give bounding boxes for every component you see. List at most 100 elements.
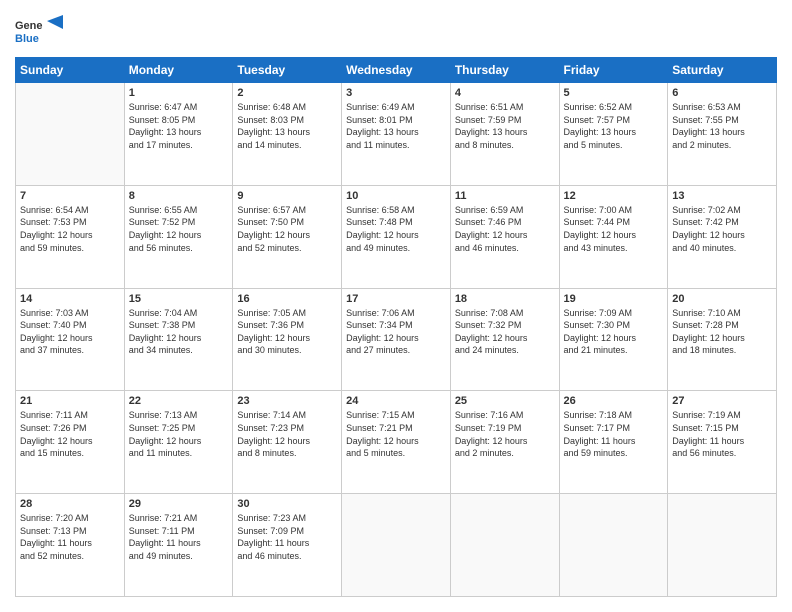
- cell-4-2: 30 Sunrise: 7:23 AMSunset: 7:09 PMDayligh…: [233, 494, 342, 597]
- day-number: 4: [455, 87, 555, 99]
- day-info: Sunrise: 6:49 AMSunset: 8:01 PMDaylight:…: [346, 101, 446, 151]
- cell-3-4: 25Sunrise: 7:16 AMSunset: 7:19 PMDayligh…: [450, 391, 559, 494]
- cell-0-2: 2Sunrise: 6:48 AMSunset: 8:03 PMDaylight…: [233, 83, 342, 186]
- header: General Blue: [15, 15, 777, 47]
- logo: General Blue: [15, 15, 63, 47]
- logo-arrow-icon: [47, 15, 63, 47]
- day-info: Sunrise: 7:11 AMSunset: 7:26 PMDaylight:…: [20, 409, 120, 459]
- cell-4-4: [450, 494, 559, 597]
- cell-3-1: 22 Sunrise: 7:13 AMSunset: 7:25 PMDayligh…: [124, 391, 233, 494]
- day-info: Sunrise: 7:10 AMSunset: 7:28 PMDaylight:…: [672, 307, 772, 357]
- calendar-header-row: SundayMondayTuesdayWednesdayThursdayFrid…: [16, 58, 777, 83]
- day-number: 7: [20, 190, 120, 202]
- cell-1-0: 7 Sunrise: 6:54 AMSunset: 7:53 PMDaylight…: [16, 185, 125, 288]
- day-info: Sunrise: 7:14 AMSunset: 7:23 PMDaylight:…: [237, 409, 337, 459]
- day-number: 18: [455, 293, 555, 305]
- day-number: 14: [20, 293, 120, 305]
- day-number: 12: [564, 190, 664, 202]
- day-number: 11: [455, 190, 555, 202]
- cell-2-5: 19 Sunrise: 7:09 AMSunset: 7:30 PMDayligh…: [559, 288, 668, 391]
- cell-3-5: 26Sunrise: 7:18 AMSunset: 7:17 PMDayligh…: [559, 391, 668, 494]
- week-row-1: 1Sunrise: 6:47 AMSunset: 8:05 PMDaylight…: [16, 83, 777, 186]
- cell-0-4: 4Sunrise: 6:51 AMSunset: 7:59 PMDaylight…: [450, 83, 559, 186]
- day-info: Sunrise: 7:23 AMSunset: 7:09 PMDaylight:…: [237, 512, 337, 562]
- logo-svg: General Blue: [15, 15, 43, 47]
- cell-1-5: 12 Sunrise: 7:00 AMSunset: 7:44 PMDayligh…: [559, 185, 668, 288]
- cell-0-5: 5 Sunrise: 6:52 AMSunset: 7:57 PMDaylight…: [559, 83, 668, 186]
- cell-0-6: 6 Sunrise: 6:53 AMSunset: 7:55 PMDaylight…: [668, 83, 777, 186]
- day-number: 21: [20, 395, 120, 407]
- week-row-4: 21 Sunrise: 7:11 AMSunset: 7:26 PMDayligh…: [16, 391, 777, 494]
- day-number: 28: [20, 498, 120, 510]
- cell-3-0: 21 Sunrise: 7:11 AMSunset: 7:26 PMDayligh…: [16, 391, 125, 494]
- day-number: 19: [564, 293, 664, 305]
- header-monday: Monday: [124, 58, 233, 83]
- day-info: Sunrise: 7:15 AMSunset: 7:21 PMDaylight:…: [346, 409, 446, 459]
- day-number: 6: [672, 87, 772, 99]
- day-info: Sunrise: 7:20 AMSunset: 7:13 PMDaylight:…: [20, 512, 120, 562]
- cell-1-1: 8Sunrise: 6:55 AMSunset: 7:52 PMDaylight…: [124, 185, 233, 288]
- cell-2-2: 16 Sunrise: 7:05 AMSunset: 7:36 PMDayligh…: [233, 288, 342, 391]
- week-row-3: 14 Sunrise: 7:03 AMSunset: 7:40 PMDayligh…: [16, 288, 777, 391]
- day-info: Sunrise: 6:52 AMSunset: 7:57 PMDaylight:…: [564, 101, 664, 151]
- cell-4-1: 29 Sunrise: 7:21 AMSunset: 7:11 PMDayligh…: [124, 494, 233, 597]
- week-row-5: 28 Sunrise: 7:20 AMSunset: 7:13 PMDayligh…: [16, 494, 777, 597]
- day-number: 13: [672, 190, 772, 202]
- day-info: Sunrise: 7:18 AMSunset: 7:17 PMDaylight:…: [564, 409, 664, 459]
- cell-3-6: 27 Sunrise: 7:19 AMSunset: 7:15 PMDayligh…: [668, 391, 777, 494]
- day-info: Sunrise: 7:04 AMSunset: 7:38 PMDaylight:…: [129, 307, 229, 357]
- day-info: Sunrise: 7:00 AMSunset: 7:44 PMDaylight:…: [564, 204, 664, 254]
- cell-2-4: 18 Sunrise: 7:08 AMSunset: 7:32 PMDayligh…: [450, 288, 559, 391]
- cell-4-5: [559, 494, 668, 597]
- day-number: 24: [346, 395, 446, 407]
- day-number: 30: [237, 498, 337, 510]
- cell-1-4: 11 Sunrise: 6:59 AMSunset: 7:46 PMDayligh…: [450, 185, 559, 288]
- day-number: 9: [237, 190, 337, 202]
- day-info: Sunrise: 7:03 AMSunset: 7:40 PMDaylight:…: [20, 307, 120, 357]
- svg-text:General: General: [15, 20, 43, 32]
- day-info: Sunrise: 6:59 AMSunset: 7:46 PMDaylight:…: [455, 204, 555, 254]
- day-info: Sunrise: 7:21 AMSunset: 7:11 PMDaylight:…: [129, 512, 229, 562]
- header-wednesday: Wednesday: [342, 58, 451, 83]
- day-number: 22: [129, 395, 229, 407]
- day-number: 16: [237, 293, 337, 305]
- page: General Blue SundayMondayTuesdayWednesda…: [0, 0, 792, 612]
- day-info: Sunrise: 6:54 AMSunset: 7:53 PMDaylight:…: [20, 204, 120, 254]
- day-number: 29: [129, 498, 229, 510]
- cell-0-3: 3 Sunrise: 6:49 AMSunset: 8:01 PMDaylight…: [342, 83, 451, 186]
- day-info: Sunrise: 6:55 AMSunset: 7:52 PMDaylight:…: [129, 204, 229, 254]
- day-number: 2: [237, 87, 337, 99]
- day-number: 5: [564, 87, 664, 99]
- day-info: Sunrise: 6:53 AMSunset: 7:55 PMDaylight:…: [672, 101, 772, 151]
- day-number: 17: [346, 293, 446, 305]
- day-info: Sunrise: 6:57 AMSunset: 7:50 PMDaylight:…: [237, 204, 337, 254]
- day-number: 10: [346, 190, 446, 202]
- cell-4-3: [342, 494, 451, 597]
- cell-1-2: 9 Sunrise: 6:57 AMSunset: 7:50 PMDaylight…: [233, 185, 342, 288]
- svg-text:Blue: Blue: [15, 33, 39, 45]
- day-info: Sunrise: 7:09 AMSunset: 7:30 PMDaylight:…: [564, 307, 664, 357]
- cell-0-1: 1Sunrise: 6:47 AMSunset: 8:05 PMDaylight…: [124, 83, 233, 186]
- day-info: Sunrise: 7:16 AMSunset: 7:19 PMDaylight:…: [455, 409, 555, 459]
- day-info: Sunrise: 7:13 AMSunset: 7:25 PMDaylight:…: [129, 409, 229, 459]
- day-number: 27: [672, 395, 772, 407]
- calendar-table: SundayMondayTuesdayWednesdayThursdayFrid…: [15, 57, 777, 597]
- day-info: Sunrise: 6:58 AMSunset: 7:48 PMDaylight:…: [346, 204, 446, 254]
- day-info: Sunrise: 7:05 AMSunset: 7:36 PMDaylight:…: [237, 307, 337, 357]
- cell-2-0: 14 Sunrise: 7:03 AMSunset: 7:40 PMDayligh…: [16, 288, 125, 391]
- cell-3-2: 23 Sunrise: 7:14 AMSunset: 7:23 PMDayligh…: [233, 391, 342, 494]
- cell-4-0: 28 Sunrise: 7:20 AMSunset: 7:13 PMDayligh…: [16, 494, 125, 597]
- day-number: 23: [237, 395, 337, 407]
- day-info: Sunrise: 7:08 AMSunset: 7:32 PMDaylight:…: [455, 307, 555, 357]
- header-thursday: Thursday: [450, 58, 559, 83]
- cell-1-3: 10 Sunrise: 6:58 AMSunset: 7:48 PMDayligh…: [342, 185, 451, 288]
- cell-3-3: 24 Sunrise: 7:15 AMSunset: 7:21 PMDayligh…: [342, 391, 451, 494]
- day-number: 15: [129, 293, 229, 305]
- header-friday: Friday: [559, 58, 668, 83]
- day-info: Sunrise: 7:02 AMSunset: 7:42 PMDaylight:…: [672, 204, 772, 254]
- day-info: Sunrise: 7:19 AMSunset: 7:15 PMDaylight:…: [672, 409, 772, 459]
- day-number: 3: [346, 87, 446, 99]
- header-sunday: Sunday: [16, 58, 125, 83]
- cell-1-6: 13 Sunrise: 7:02 AMSunset: 7:42 PMDayligh…: [668, 185, 777, 288]
- day-info: Sunrise: 7:06 AMSunset: 7:34 PMDaylight:…: [346, 307, 446, 357]
